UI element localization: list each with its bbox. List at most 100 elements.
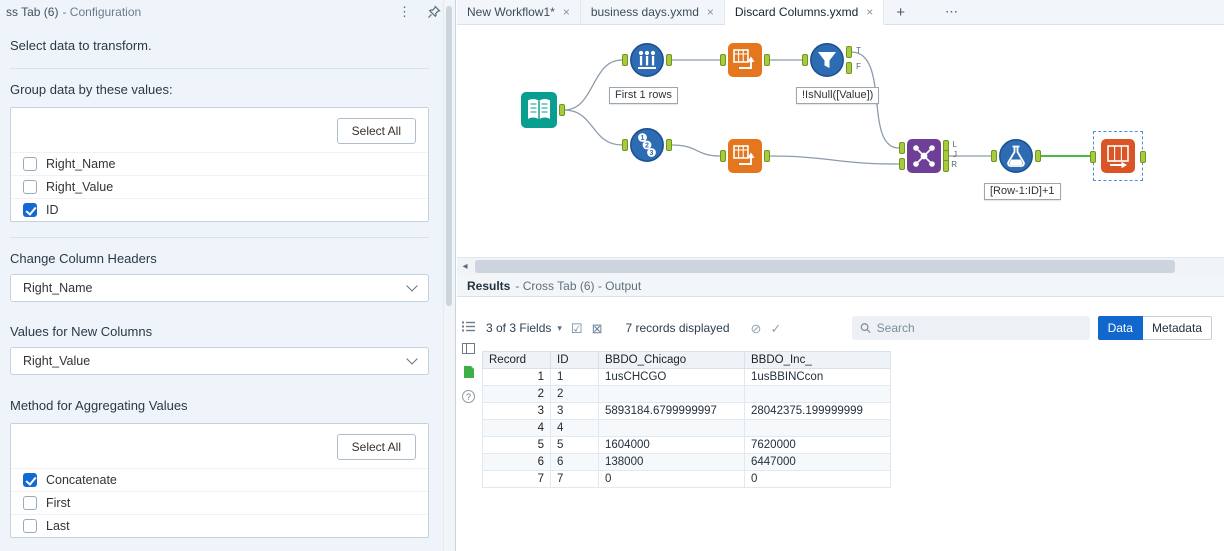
config-vertical-scrollbar[interactable] [443, 0, 454, 551]
aggregation-item-first[interactable]: First [11, 491, 428, 514]
table-row[interactable]: 7700 [482, 470, 891, 488]
output-anchor[interactable] [666, 139, 672, 151]
aggregation-item-concatenate[interactable]: Concatenate [11, 468, 428, 491]
checkbox-concatenate[interactable] [23, 473, 37, 487]
tool-multi-row-formula[interactable] [991, 138, 1041, 174]
table-row[interactable]: 5 5 1604000 7620000 [482, 436, 891, 454]
table-row[interactable]: 44 [482, 419, 891, 437]
checkbox-right-name[interactable] [23, 157, 37, 171]
scroll-left-arrow[interactable]: ◂ [457, 258, 473, 275]
tool-record-id[interactable]: 1 2 3 [622, 127, 672, 163]
input-anchor[interactable] [991, 150, 997, 162]
tab-new-workflow1[interactable]: New Workflow1* × [457, 0, 581, 24]
checkbox-right-value[interactable] [23, 180, 37, 194]
column-header-id[interactable]: ID [550, 351, 599, 369]
column-header-bbdo-chicago[interactable]: BBDO_Chicago [598, 351, 745, 369]
close-icon[interactable]: × [707, 6, 714, 18]
select-fields-icon[interactable]: ☑ [571, 322, 583, 335]
left-input-anchor[interactable] [899, 142, 905, 154]
tool-cross-tab-top[interactable] [720, 42, 770, 78]
output-anchor-icon[interactable] [463, 365, 475, 379]
filter-icon [810, 43, 844, 77]
checkbox-label: Right_Value [46, 180, 114, 194]
configuration-body: Select data to transform. Group data by … [0, 38, 455, 538]
output-anchor[interactable] [764, 54, 770, 66]
annotation-multirow[interactable]: [Row-1:ID]+1 [984, 183, 1061, 200]
group-by-item-right-value[interactable]: Right_Value [11, 175, 428, 198]
group-by-item-id[interactable]: ID [11, 198, 428, 221]
records-displayed-text: 7 records displayed [625, 321, 730, 335]
annotation-filter[interactable]: !IsNull([Value]) [796, 87, 880, 104]
tool-filter[interactable]: T F [802, 42, 861, 78]
search-input[interactable] [876, 321, 1082, 335]
fields-selector[interactable]: 3 of 3 Fields ▾ [486, 321, 562, 335]
cell-record: 4 [482, 419, 551, 437]
column-header-record[interactable]: Record [482, 351, 551, 369]
annotation-sample[interactable]: First 1 rows [609, 87, 678, 104]
no-filter-icon[interactable]: ⊘ [751, 322, 762, 335]
checkbox-label: ID [46, 203, 59, 217]
workflow-canvas[interactable]: T F 1 2 3 L J R First 1 rows !IsNull([Va… [457, 25, 1224, 257]
tool-join[interactable]: L J R [899, 138, 957, 174]
tool-sample[interactable] [622, 42, 672, 78]
new-tab-button[interactable]: + [884, 0, 917, 24]
checkbox-id[interactable] [23, 203, 37, 217]
apply-icon[interactable]: ✓ [770, 322, 781, 335]
workspace: New Workflow1* × business days.yxmd × Di… [457, 0, 1224, 551]
input-anchor[interactable] [1090, 151, 1096, 163]
tool-selected[interactable] [1090, 131, 1146, 181]
column-headers-dropdown[interactable]: Right_Name [10, 274, 429, 302]
results-main: 3 of 3 Fields ▾ ☑ ⊠ 7 records displayed … [480, 297, 1224, 551]
search-box[interactable] [851, 316, 1090, 340]
tab-discard-columns[interactable]: Discard Columns.yxmd × [724, 0, 885, 25]
input-anchor[interactable] [622, 54, 628, 66]
input-anchor[interactable] [720, 54, 726, 66]
deselect-fields-icon[interactable]: ⊠ [592, 322, 603, 335]
output-anchor[interactable] [1035, 150, 1041, 162]
output-anchor[interactable] [764, 150, 770, 162]
table-row[interactable]: 6 6 138000 6447000 [482, 453, 891, 471]
output-anchor[interactable] [666, 54, 672, 66]
false-output-anchor[interactable] [846, 62, 852, 74]
true-output-anchor[interactable] [846, 46, 852, 58]
scrollbar-thumb[interactable] [475, 260, 1175, 273]
cross-tab-icon [728, 43, 762, 77]
tab-overflow-button[interactable]: ⋯ [931, 0, 972, 24]
metadata-tab-button[interactable]: Metadata [1142, 316, 1212, 340]
close-icon[interactable]: × [563, 6, 570, 18]
table-row[interactable]: 3 3 5893184.6799999997 28042375.199999999 [482, 402, 891, 420]
right-input-anchor[interactable] [899, 158, 905, 170]
tool-cross-tab-bottom[interactable] [720, 138, 770, 174]
data-tab-button[interactable]: Data [1097, 316, 1143, 340]
canvas-horizontal-scrollbar[interactable]: ◂ [457, 257, 1224, 275]
close-icon[interactable]: × [866, 6, 873, 18]
checkbox-label: Concatenate [46, 473, 117, 487]
input-anchor[interactable] [622, 139, 628, 151]
kebab-menu-icon[interactable]: ⋮ [390, 4, 419, 20]
right-output-anchor[interactable] [943, 160, 949, 172]
table-row[interactable]: 1 1 1usCHCGO 1usBBINCcon [482, 368, 891, 386]
panel-layout-icon[interactable] [462, 343, 475, 354]
tab-business-days[interactable]: business days.yxmd × [581, 0, 725, 24]
aggregation-item-last[interactable]: Last [11, 514, 428, 537]
checkbox-first[interactable] [23, 496, 37, 510]
pin-icon[interactable] [423, 5, 445, 19]
input-anchor[interactable] [720, 150, 726, 162]
table-row[interactable]: 22 [482, 385, 891, 403]
group-by-select-all-button[interactable]: Select All [336, 118, 416, 144]
help-icon[interactable]: ? [462, 390, 475, 403]
scrollbar-thumb[interactable] [446, 6, 452, 306]
tool-input-data[interactable] [520, 91, 565, 129]
list-view-icon[interactable] [462, 321, 475, 332]
aggregation-select-all-button[interactable]: Select All [336, 434, 416, 460]
input-anchor[interactable] [802, 54, 808, 66]
new-columns-dropdown[interactable]: Right_Value [10, 347, 429, 375]
selected-tool-icon [1101, 139, 1135, 173]
output-anchor[interactable] [1140, 151, 1146, 163]
cell-bbdo-inc: 7620000 [744, 436, 891, 454]
group-by-item-right-name[interactable]: Right_Name [11, 152, 428, 175]
output-anchor[interactable] [559, 104, 565, 116]
cell-bbdo-chicago: 1usCHCGO [598, 368, 745, 386]
column-header-bbdo-inc[interactable]: BBDO_Inc_ [744, 351, 891, 369]
checkbox-last[interactable] [23, 519, 37, 533]
